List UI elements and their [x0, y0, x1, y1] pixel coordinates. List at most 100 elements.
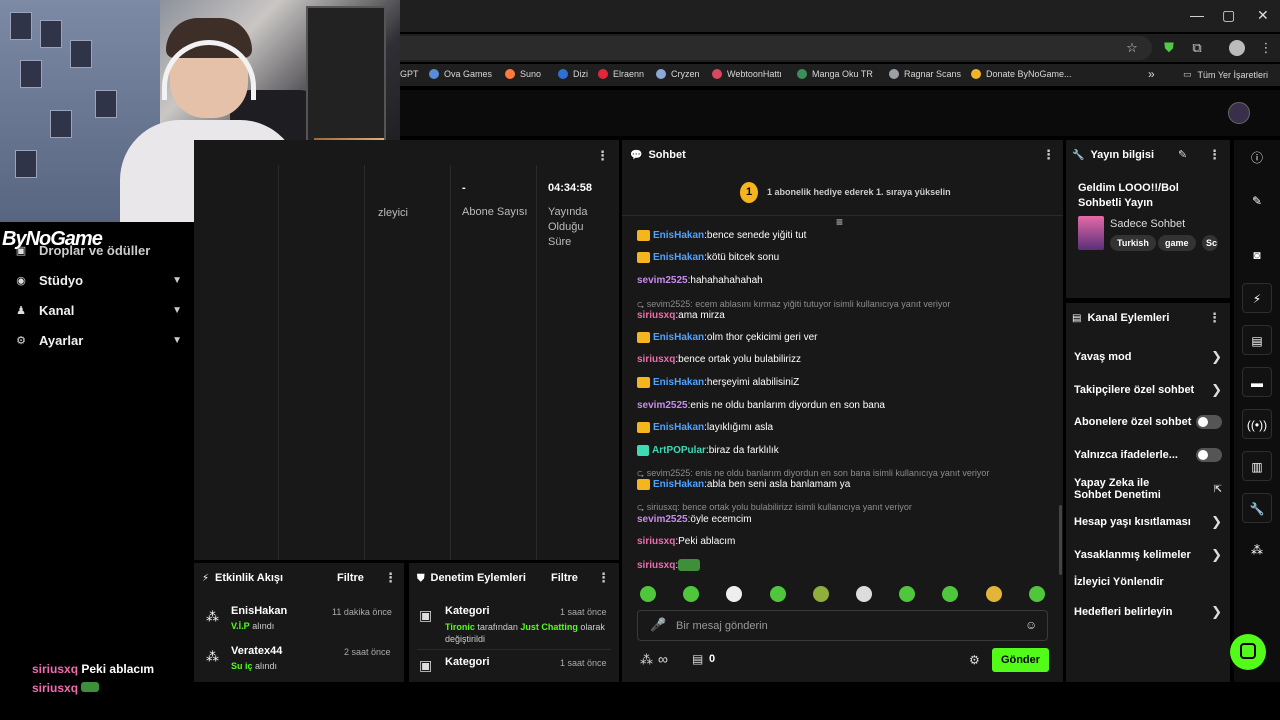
chat-message[interactable]: EnisHakan: herşeyimi alabilisiniZ — [637, 377, 799, 388]
chat-settings-icon[interactable]: ⚙ — [969, 653, 980, 667]
chat-message[interactable]: siriusxq: — [637, 559, 701, 571]
send-button[interactable]: Gönder — [992, 648, 1049, 672]
shield-icon[interactable]: ⛊ — [1161, 40, 1177, 56]
emote-button[interactable] — [683, 586, 699, 602]
bookmark-item[interactable]: Dizi — [558, 69, 588, 79]
all-bookmarks[interactable]: ▭ Tüm Yer İşaretleri — [1183, 69, 1268, 80]
bookmark-item[interactable]: WebtoonHattı — [712, 69, 782, 79]
edit-icon[interactable]: ✎ — [1178, 148, 1187, 161]
minimize-icon[interactable]: — — [1190, 7, 1204, 23]
kebab-icon[interactable]: ⋮ — [597, 570, 610, 586]
kebab-icon[interactable]: ⋮ — [596, 148, 609, 164]
camera-icon[interactable]: ◙ — [1242, 240, 1272, 270]
chat-message[interactable]: siriusxq: Peki ablacım — [637, 536, 735, 547]
chat-username[interactable]: EnisHakan — [653, 332, 704, 343]
extensions-icon[interactable]: ⧉ — [1189, 40, 1205, 56]
pinned-toggle-icon[interactable]: ≡ — [836, 215, 843, 229]
chat-message[interactable]: EnisHakan: kötü bitcek sonu — [637, 252, 779, 263]
user-avatar[interactable] — [1228, 102, 1250, 124]
channel-action-item[interactable]: Yalnızca ifadelerle... — [1074, 448, 1222, 462]
emote-button[interactable] — [856, 586, 872, 602]
tag-chip[interactable]: game — [1158, 235, 1196, 251]
channel-action-item[interactable]: Yapay Zeka ile Sohbet Denetimi ⇱ — [1074, 477, 1222, 501]
moderation-filter-button[interactable]: Filtre — [551, 572, 578, 584]
tag-chip[interactable]: Turkish — [1110, 235, 1156, 251]
microphone-icon[interactable]: 🎤 — [650, 617, 666, 633]
chat-username[interactable]: EnisHakan — [653, 377, 704, 388]
sidebar-item-settings[interactable]: ⚙ Ayarlar ▼ — [14, 330, 182, 350]
chat-message[interactable]: EnisHakan: abla ben seni asla banlamam y… — [637, 479, 850, 490]
bookmark-item[interactable]: Suno — [505, 69, 541, 79]
emote-button[interactable] — [899, 586, 915, 602]
chat-message[interactable]: sevim2525: hahahahahahah — [637, 275, 763, 286]
bookmark-item[interactable]: Ragnar Scans — [889, 69, 961, 79]
star-icon[interactable]: ☆ — [1124, 40, 1140, 56]
channel-action-item[interactable]: Hesap yaşı kısıtlaması ❯ — [1074, 514, 1222, 530]
profile-avatar[interactable] — [1229, 40, 1245, 56]
toggle-switch[interactable] — [1196, 415, 1222, 429]
bolt-icon[interactable]: ⚡ — [1242, 283, 1272, 313]
dots-icon[interactable]: ⁂ — [1242, 535, 1272, 565]
chat-message[interactable]: EnisHakan: bence senede yiğiti tut — [637, 230, 806, 241]
chat-icon[interactable]: ▬ — [1242, 367, 1272, 397]
chat-username[interactable]: sevim2525 — [637, 400, 688, 411]
emote-button[interactable] — [640, 586, 656, 602]
chat-username[interactable]: siriusxq — [637, 560, 675, 571]
bookmark-item[interactable]: Donate ByNoGame... — [971, 69, 1072, 79]
toggle-switch[interactable] — [1196, 448, 1222, 462]
close-icon[interactable]: ✕ — [1257, 7, 1269, 24]
kebab-icon[interactable]: ⋮ — [384, 570, 397, 586]
activity-filter-button[interactable]: Filtre — [337, 572, 364, 584]
channel-action-item[interactable]: Abonelere özel sohbet — [1074, 415, 1222, 429]
bookmark-item[interactable]: Cryzen — [656, 69, 700, 79]
kebab-icon[interactable]: ⋮ — [1042, 147, 1055, 163]
chat-username[interactable]: EnisHakan — [653, 230, 704, 241]
sidebar-item-studio[interactable]: ◉ Stüdyo ▼ — [14, 270, 182, 290]
url-input[interactable] — [400, 36, 1152, 60]
channel-action-item[interactable]: Hedefleri belirleyin ❯ — [1074, 604, 1222, 620]
tag-chip[interactable]: Sc — [1202, 235, 1218, 251]
emote-button[interactable] — [770, 586, 786, 602]
bookmark-item[interactable]: Elraenn — [598, 69, 644, 79]
broadcast-icon[interactable]: ((•)) — [1242, 409, 1272, 439]
notes-icon[interactable]: ▤ — [1242, 325, 1272, 355]
chat-message[interactable]: sevim2525: enis ne oldu banlarım diyordu… — [637, 400, 885, 411]
channel-action-item[interactable]: İzleyici Yönlendir — [1074, 576, 1222, 588]
channel-action-item[interactable]: Yasaklanmış kelimeler ❯ — [1074, 547, 1222, 563]
menu-icon[interactable]: ⋮ — [1258, 40, 1274, 56]
kebab-icon[interactable]: ⋮ — [1208, 147, 1221, 163]
emote-button[interactable] — [942, 586, 958, 602]
chat-username[interactable]: siriusxq — [637, 536, 675, 547]
chat-username[interactable]: sevim2525 — [637, 514, 688, 525]
points-icon[interactable]: ⁂ — [640, 652, 653, 668]
sidebar-item-channel[interactable]: ♟ Kanal ▼ — [14, 300, 182, 320]
kebab-icon[interactable]: ⋮ — [1208, 310, 1221, 326]
emote-button[interactable] — [726, 586, 742, 602]
chat-input[interactable]: 🎤 Bir mesaj gönderin ☺ — [637, 610, 1048, 641]
channel-action-item[interactable]: Takipçilere özel sohbet ❯ — [1074, 382, 1222, 398]
emote-button[interactable] — [986, 586, 1002, 602]
emote-button[interactable] — [1029, 586, 1045, 602]
channel-action-item[interactable]: Yavaş mod ❯ — [1074, 349, 1222, 365]
bookmark-item[interactable]: Ova Games — [429, 69, 492, 79]
chat-message[interactable]: siriusxq: bence ortak yolu bulabilirizz — [637, 354, 801, 365]
chat-message[interactable]: EnisHakan: olm thor çekicimi geri ver — [637, 332, 818, 343]
layout-icon[interactable]: ▥ — [1242, 451, 1272, 481]
chat-username[interactable]: ArtPOPular — [652, 445, 706, 456]
maximize-icon[interactable]: ▢ — [1222, 7, 1235, 24]
chat-username[interactable]: siriusxq — [637, 354, 675, 365]
support-chat-button[interactable] — [1230, 634, 1266, 670]
bookmark-item[interactable]: GPT — [400, 69, 419, 79]
chat-scrollbar[interactable] — [1059, 505, 1062, 575]
gift-icon[interactable]: ▤ — [692, 652, 703, 666]
bookmarks-overflow-icon[interactable]: » — [1148, 67, 1155, 81]
chat-username[interactable]: EnisHakan — [653, 479, 704, 490]
chat-message[interactable]: siriusxq: ama mirza — [637, 310, 725, 321]
emoji-icon[interactable]: ☺ — [1025, 618, 1037, 632]
bookmark-item[interactable]: Manga Oku TR — [797, 69, 873, 79]
chat-message[interactable]: EnisHakan: layıklığımı asla — [637, 422, 773, 433]
chat-username[interactable]: siriusxq — [637, 310, 675, 321]
emote-button[interactable] — [813, 586, 829, 602]
chat-username[interactable]: EnisHakan — [653, 252, 704, 263]
chat-username[interactable]: EnisHakan — [653, 422, 704, 433]
